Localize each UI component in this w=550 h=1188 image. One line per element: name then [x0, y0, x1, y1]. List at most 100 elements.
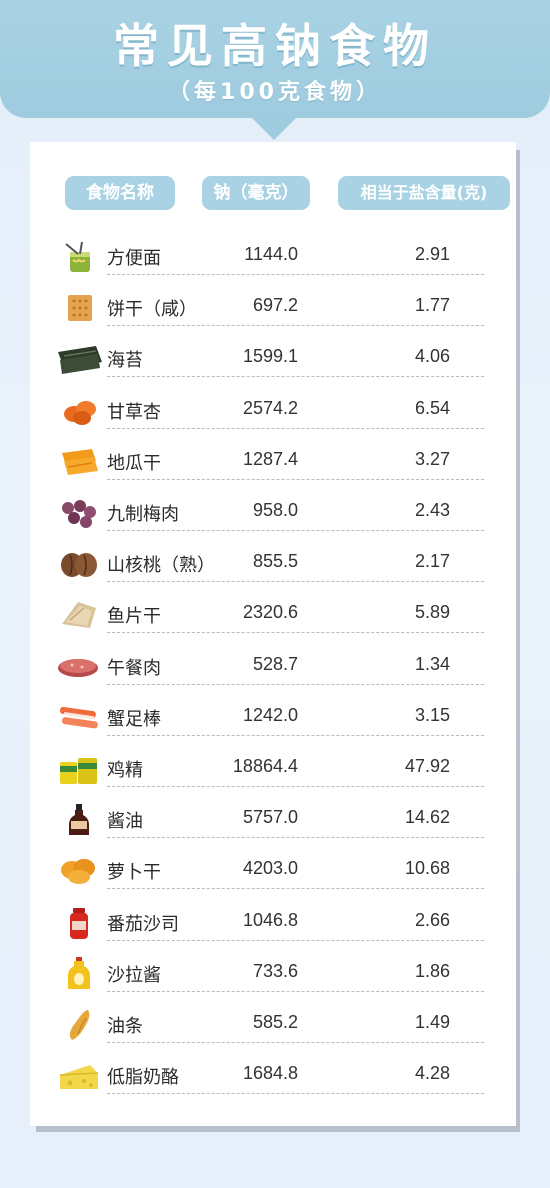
table-row: 饼干（咸） 697.2 1.77	[30, 285, 516, 336]
salt-value: 1.49	[414, 1012, 450, 1032]
sodium-value: 697.2	[252, 295, 298, 316]
food-name: 九制梅肉	[107, 504, 179, 525]
table-row: 方便面 1144.0 2.91	[30, 234, 516, 285]
table-row: 地瓜干 1287.4 3.27	[30, 439, 516, 490]
table-row: 油条 585.2 1.49	[30, 1002, 516, 1053]
row-divider	[107, 427, 484, 429]
sodium-value: 855.5	[252, 551, 298, 572]
row-divider	[107, 734, 484, 736]
seaweed-icon	[56, 342, 102, 376]
column-header-sodium: 钠（毫克）	[202, 176, 310, 210]
food-name: 番茄沙司	[107, 913, 179, 935]
food-table-card: 食物名称 钠（毫克） 相当于盐含量(克) 方便面 1144.0 2.91 饼干（咸） 6…	[30, 142, 516, 1126]
hickory-nut-icon	[56, 547, 102, 581]
salt-value: 3.15	[414, 704, 450, 725]
salt-value: 2.43	[414, 500, 450, 520]
dried-apricot-icon	[56, 394, 102, 428]
row-divider	[107, 581, 484, 583]
table-row: 鱼片干 2320.6 5.89	[30, 592, 516, 643]
fried-dough-stick-icon	[56, 1008, 102, 1042]
salt-value: 2.17	[414, 551, 450, 572]
food-name: 萝卜干	[107, 862, 161, 884]
food-name: 山核桃（熟）	[107, 555, 215, 577]
table-row: 沙拉酱 733.6 1.86	[30, 951, 516, 1002]
food-name: 海苔	[107, 350, 143, 372]
food-name: 酱油	[107, 811, 143, 833]
column-header-salt: 相当于盐含量(克)	[338, 176, 510, 210]
sodium-value: 1599.1	[242, 346, 298, 367]
salt-value: 2.66	[414, 909, 450, 930]
row-divider	[107, 376, 484, 378]
sodium-value: 733.6	[252, 960, 298, 981]
salad-dressing-icon	[56, 956, 102, 991]
salt-value: 3.27	[414, 448, 450, 469]
sodium-value: 528.7	[252, 653, 298, 674]
food-name: 低脂奶酪	[107, 1067, 179, 1089]
food-name: 沙拉酱	[107, 964, 161, 986]
table-row: 萝卜干 4203.0 10.68	[30, 848, 516, 899]
sodium-value: 585.2	[252, 1012, 298, 1032]
salt-value: 14.62	[404, 807, 450, 828]
sodium-value: 958.0	[252, 500, 298, 520]
row-divider	[107, 530, 484, 531]
food-name: 饼干（咸）	[107, 299, 197, 321]
dried-fish-slice-icon	[56, 598, 102, 632]
preserved-plum-icon	[56, 496, 102, 530]
table-row: 鸡精 18864.4 47.92	[30, 746, 516, 797]
sodium-value: 1046.8	[242, 909, 298, 930]
cheese-icon	[56, 1059, 102, 1093]
salt-value: 47.92	[404, 756, 450, 776]
food-name: 方便面	[107, 248, 161, 269]
salt-value: 4.28	[414, 1063, 450, 1084]
sodium-value: 1242.0	[242, 704, 298, 725]
table-row: 番茄沙司 1046.8 2.66	[30, 900, 516, 951]
table-row: 酱油 5757.0 14.62	[30, 797, 516, 848]
sodium-value: 4203.0	[242, 858, 298, 879]
dried-radish-icon	[56, 854, 102, 888]
table-row: 午餐肉 528.7 1.34	[30, 644, 516, 695]
table-row: 山核桃（熟） 855.5 2.17	[30, 541, 516, 592]
soy-sauce-icon	[56, 803, 102, 837]
row-divider	[107, 939, 484, 941]
page-title: 常见高钠食物	[113, 19, 437, 73]
sodium-value: 5757.0	[242, 807, 298, 828]
row-divider	[107, 837, 484, 839]
food-name: 地瓜干	[107, 452, 161, 474]
sodium-value: 1287.4	[242, 448, 298, 469]
row-divider	[107, 274, 484, 275]
luncheon-meat-icon	[56, 650, 102, 684]
table-row: 海苔 1599.1 4.06	[30, 336, 516, 387]
chicken-essence-icon	[56, 752, 102, 786]
table-row: 甘草杏 2574.2 6.54	[30, 388, 516, 439]
row-divider	[107, 632, 484, 634]
sodium-value: 1144.0	[244, 244, 298, 264]
ketchup-icon	[56, 906, 102, 940]
salt-value: 10.68	[404, 858, 450, 879]
row-divider	[107, 478, 484, 480]
salt-value: 5.89	[414, 602, 450, 623]
table-row: 低脂奶酪 1684.8 4.28	[30, 1053, 516, 1104]
row-divider	[107, 325, 484, 327]
food-name: 甘草杏	[107, 401, 161, 423]
sodium-value: 2574.2	[242, 397, 298, 418]
sodium-value: 1684.8	[242, 1063, 298, 1084]
row-divider	[107, 683, 484, 685]
salt-value: 1.77	[414, 295, 450, 316]
table-row: 蟹足棒 1242.0 3.15	[30, 695, 516, 746]
salt-value: 1.34	[414, 653, 450, 674]
food-name: 蟹足棒	[107, 708, 161, 730]
sodium-value: 2320.6	[242, 602, 298, 623]
row-divider	[107, 786, 484, 787]
page-subtitle: （每100克食物）	[168, 80, 382, 105]
cracker-icon	[56, 291, 102, 325]
instant-noodle-icon	[56, 240, 102, 274]
salt-value: 6.54	[414, 397, 450, 418]
column-header-food-name: 食物名称	[65, 176, 175, 210]
salt-value: 4.06	[414, 346, 450, 367]
table-row: 九制梅肉 958.0 2.43	[30, 490, 516, 541]
food-name: 油条	[107, 1016, 143, 1037]
salt-value: 2.91	[414, 244, 450, 264]
row-divider	[107, 1042, 484, 1043]
crab-stick-icon	[56, 701, 102, 735]
food-name: 午餐肉	[107, 657, 161, 679]
